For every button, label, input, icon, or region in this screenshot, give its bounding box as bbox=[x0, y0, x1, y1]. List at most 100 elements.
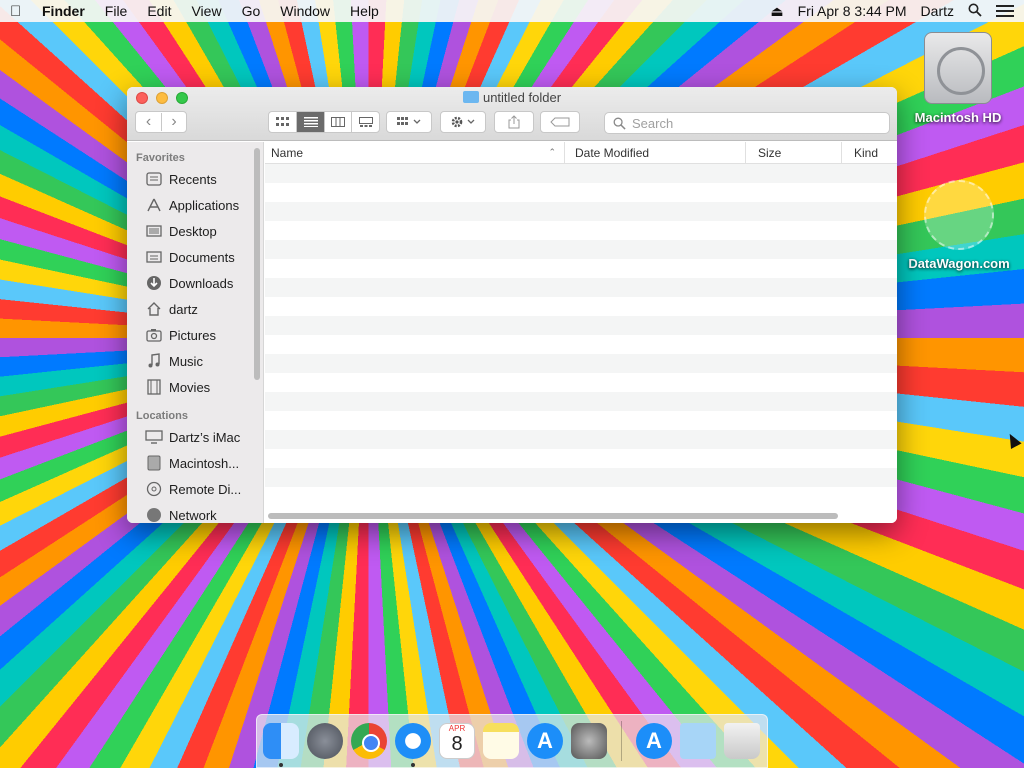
pictures-icon bbox=[145, 327, 163, 343]
share-button[interactable] bbox=[494, 111, 534, 133]
desktop-macintosh-hd[interactable]: Macintosh HD bbox=[908, 32, 1008, 125]
clock[interactable]: Fri Apr 8 3:44 PM bbox=[798, 3, 907, 19]
network-icon bbox=[145, 507, 163, 523]
icon-view-button[interactable] bbox=[269, 112, 296, 132]
sidebar-item-macintosh[interactable]: Macintosh... bbox=[127, 450, 263, 476]
empty-row bbox=[265, 373, 897, 392]
menu-finder[interactable]: Finder bbox=[42, 3, 85, 19]
nav-buttons: ‹ › bbox=[135, 111, 187, 133]
sidebar-item-pictures[interactable]: Pictures bbox=[127, 322, 263, 348]
file-list: Name ⌃ Date Modified Size Kind bbox=[265, 142, 897, 523]
dock-launchpad-icon[interactable] bbox=[307, 723, 343, 759]
dock-finder-icon[interactable] bbox=[263, 723, 299, 767]
eject-icon[interactable]: ⏏ bbox=[770, 3, 783, 20]
dock-chrome-icon[interactable] bbox=[351, 723, 387, 759]
dock: APR 8 A A bbox=[256, 714, 768, 768]
empty-row bbox=[265, 202, 897, 221]
apple-menu-icon[interactable]:  bbox=[10, 3, 30, 20]
list-view-button[interactable] bbox=[296, 112, 324, 132]
empty-row bbox=[265, 316, 897, 335]
sidebar-item-remote-disc[interactable]: Remote Di... bbox=[127, 476, 263, 502]
user-menu[interactable]: Dartz bbox=[921, 3, 954, 19]
dock-app-store-stack-icon[interactable]: A bbox=[636, 723, 672, 759]
folder-icon bbox=[462, 91, 479, 103]
list-view-icon bbox=[303, 117, 318, 127]
sidebar-item-home[interactable]: dartz bbox=[127, 296, 263, 322]
sidebar-scrollbar[interactable] bbox=[254, 148, 260, 380]
sidebar-locations-header: Locations bbox=[136, 410, 188, 422]
empty-row bbox=[265, 240, 897, 259]
sidebar-item-network[interactable]: Network bbox=[127, 502, 263, 523]
back-button[interactable]: ‹ bbox=[136, 113, 161, 131]
menu-file[interactable]: File bbox=[105, 3, 128, 19]
empty-row bbox=[265, 392, 897, 411]
sidebar-favorites-header: Favorites bbox=[136, 152, 185, 164]
title-bar: untitled folder ‹ › bbox=[127, 87, 897, 141]
menu-edit[interactable]: Edit bbox=[147, 3, 171, 19]
column-header-kind[interactable]: Kind bbox=[842, 142, 897, 163]
column-view-icon bbox=[331, 117, 346, 127]
column-header-size[interactable]: Size bbox=[746, 142, 842, 163]
calendar-day: 8 bbox=[451, 733, 463, 755]
sidebar-item-label: Dartz’s iMac bbox=[169, 429, 241, 445]
dock-downloads-icon[interactable] bbox=[680, 723, 716, 759]
sidebar-item-label: Downloads bbox=[169, 275, 234, 291]
menu-view[interactable]: View bbox=[191, 3, 221, 19]
empty-row bbox=[265, 411, 897, 430]
menu-bar-status: ⏏ Fri Apr 8 3:44 PM Dartz bbox=[770, 3, 1014, 20]
sidebar-item-movies[interactable]: Movies bbox=[127, 374, 263, 400]
sidebar-item-label: Desktop bbox=[169, 223, 217, 239]
menu-bar:  Finder File Edit View Go Window Help ⏏… bbox=[0, 0, 1024, 22]
hard-drive-icon bbox=[924, 32, 992, 104]
menu-help[interactable]: Help bbox=[350, 3, 379, 19]
dock-calendar-icon[interactable]: APR 8 bbox=[439, 723, 475, 759]
forward-button[interactable]: › bbox=[160, 113, 186, 131]
sidebar-item-label: Recents bbox=[169, 171, 217, 187]
watermark-logo-icon bbox=[924, 180, 994, 250]
app-store-glyph: A bbox=[646, 728, 662, 753]
column-header-kind-label: Kind bbox=[854, 145, 879, 160]
window-title: untitled folder bbox=[127, 90, 897, 105]
gallery-view-button[interactable] bbox=[351, 112, 379, 132]
dock-trash-icon[interactable] bbox=[724, 723, 760, 759]
column-headers: Name ⌃ Date Modified Size Kind bbox=[265, 142, 897, 164]
sidebar-item-recents[interactable]: Recents bbox=[127, 166, 263, 192]
column-view-button[interactable] bbox=[323, 112, 352, 132]
empty-row bbox=[265, 183, 897, 202]
watermark: DataWagon.com bbox=[900, 180, 1018, 271]
sort-ascending-icon: ⌃ bbox=[548, 147, 556, 157]
search-field[interactable] bbox=[604, 112, 890, 134]
sidebar-item-label: Pictures bbox=[169, 327, 216, 343]
sidebar-item-downloads[interactable]: Downloads bbox=[127, 270, 263, 296]
sidebar-item-music[interactable]: Music bbox=[127, 348, 263, 374]
dock-system-preferences-icon[interactable] bbox=[571, 723, 607, 759]
sidebar-item-label: Network bbox=[169, 507, 217, 523]
menu-go[interactable]: Go bbox=[242, 3, 261, 19]
desktop-hd-label: Macintosh HD bbox=[914, 110, 1002, 125]
column-header-name[interactable]: Name ⌃ bbox=[265, 142, 565, 163]
menu-window[interactable]: Window bbox=[280, 3, 330, 19]
sidebar-item-documents[interactable]: Documents bbox=[127, 244, 263, 270]
search-icon bbox=[613, 117, 626, 130]
sidebar-item-desktop[interactable]: Desktop bbox=[127, 218, 263, 244]
gear-icon bbox=[451, 116, 475, 128]
notification-center-icon[interactable] bbox=[996, 5, 1014, 17]
action-button[interactable] bbox=[440, 111, 486, 133]
empty-row bbox=[265, 487, 897, 506]
sidebar-item-imac[interactable]: Dartz’s iMac bbox=[127, 424, 263, 450]
tag-icon bbox=[550, 117, 570, 127]
tags-button[interactable] bbox=[540, 111, 580, 133]
spotlight-search-icon[interactable] bbox=[968, 3, 982, 20]
sidebar-item-label: Macintosh... bbox=[169, 455, 240, 471]
column-header-date-modified[interactable]: Date Modified bbox=[565, 142, 746, 163]
horizontal-scrollbar[interactable] bbox=[268, 513, 838, 519]
sidebar-item-applications[interactable]: Applications bbox=[127, 192, 263, 218]
downloads-icon bbox=[145, 275, 163, 291]
dock-app-store-icon[interactable]: A bbox=[527, 723, 563, 759]
dock-safari-icon[interactable] bbox=[395, 723, 431, 767]
group-by-button[interactable] bbox=[386, 111, 432, 133]
disk-icon bbox=[145, 455, 163, 471]
dock-notes-icon[interactable] bbox=[483, 723, 519, 759]
search-input[interactable] bbox=[632, 115, 862, 131]
window-title-text: untitled folder bbox=[482, 90, 562, 105]
